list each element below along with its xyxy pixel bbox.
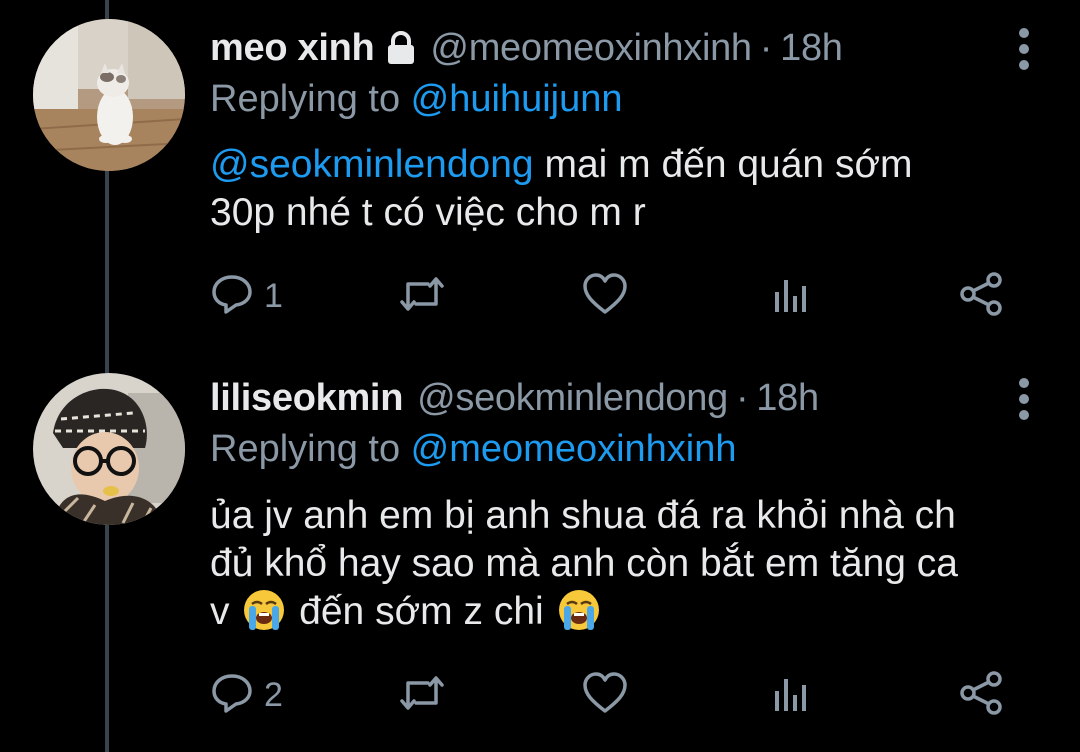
- user-handle[interactable]: @meomeoxinhxinh: [430, 27, 752, 70]
- retweet-icon: [396, 272, 448, 321]
- heart-icon: [582, 272, 628, 321]
- like-button[interactable]: [582, 271, 638, 321]
- avatar[interactable]: [33, 373, 185, 525]
- tweet-text-line: 30p nhé t có việc cho m r: [210, 191, 646, 234]
- retweet-icon: [396, 671, 448, 720]
- more-vertical-icon[interactable]: [1018, 378, 1030, 420]
- tweet-text: ủa jv anh em bị anh shua đá ra khỏi nhà …: [210, 492, 1040, 644]
- like-button[interactable]: [582, 670, 638, 720]
- tweet-header: liliseokmin @seokminlendong · 18h: [210, 370, 819, 426]
- reply-icon: [210, 272, 254, 321]
- analytics-icon: [770, 272, 810, 321]
- timestamp[interactable]: 18h: [756, 377, 819, 420]
- replying-to: Replying to @meomeoxinhxinh: [210, 428, 737, 471]
- reply-button[interactable]: 2: [210, 670, 283, 720]
- tweet-text-line: ủa jv anh em bị anh shua đá ra khỏi nhà …: [210, 494, 956, 537]
- loudly-crying-face-emoji: [242, 588, 286, 644]
- tweet-text-line: đủ khổ hay sao mà anh còn bắt em tăng ca: [210, 542, 958, 585]
- separator-dot: ·: [735, 376, 749, 419]
- tweet-text: @seokminlendong mai m đến quán sớm 30p n…: [210, 141, 1040, 237]
- more-vertical-icon[interactable]: [1018, 28, 1030, 70]
- analytics-button[interactable]: [770, 271, 810, 321]
- reply-count: 1: [264, 276, 283, 315]
- action-bar: 1: [210, 271, 1010, 321]
- share-icon: [958, 670, 1006, 720]
- mention-link[interactable]: @seokminlendong: [210, 143, 534, 186]
- replying-to-label: Replying to: [210, 428, 411, 470]
- analytics-button[interactable]: [770, 670, 810, 720]
- separator-dot: ·: [759, 26, 773, 69]
- reply-icon: [210, 671, 254, 720]
- action-bar: 2: [210, 670, 1010, 720]
- loudly-crying-face-emoji: [557, 588, 601, 644]
- reply-count: 2: [264, 675, 283, 714]
- share-button[interactable]: [958, 670, 1006, 720]
- replying-to-mention[interactable]: @meomeoxinhxinh: [411, 428, 737, 470]
- retweet-button[interactable]: [396, 670, 458, 720]
- tweet-text-line: mai m đến quán sớm: [533, 143, 913, 186]
- display-name[interactable]: meo xinh: [210, 27, 375, 70]
- retweet-button[interactable]: [396, 271, 458, 321]
- display-name[interactable]: liliseokmin: [210, 377, 403, 420]
- timestamp[interactable]: 18h: [780, 27, 843, 70]
- share-button[interactable]: [958, 271, 1006, 321]
- replying-to-mention[interactable]: @huihuijunn: [411, 78, 623, 120]
- reply-button[interactable]: 1: [210, 271, 283, 321]
- tweet-text-segment: đến sớm z chi: [288, 590, 555, 633]
- avatar[interactable]: [33, 19, 185, 171]
- heart-icon: [582, 671, 628, 720]
- tweet[interactable]: liliseokmin @seokminlendong · 18h Replyi…: [0, 350, 1080, 752]
- replying-to-label: Replying to: [210, 78, 411, 120]
- tweet-header: meo xinh @meomeoxinhxinh · 18h: [210, 20, 843, 76]
- tweet-text-segment: v: [210, 590, 241, 633]
- replying-to: Replying to @huihuijunn: [210, 78, 623, 121]
- analytics-icon: [770, 671, 810, 720]
- tweet[interactable]: meo xinh @meomeoxinhxinh · 18h Replying …: [0, 0, 1080, 350]
- lock-icon: [384, 31, 418, 65]
- share-icon: [958, 271, 1006, 321]
- user-handle[interactable]: @seokminlendong: [417, 377, 728, 420]
